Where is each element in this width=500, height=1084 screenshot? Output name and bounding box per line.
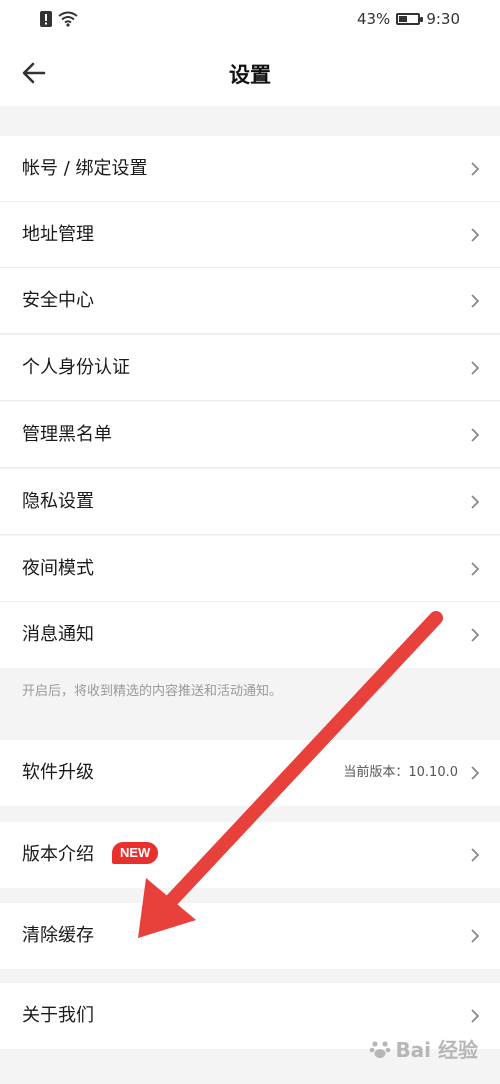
chevron-right-icon [471,361,480,375]
chevron-right-icon [471,848,480,862]
settings-item-label: 消息通知 [22,624,94,645]
settings-item-label: 软件升级 [22,762,94,783]
battery-percent: 43% [356,10,391,28]
watermark-text: Bai 经验 [395,1038,478,1062]
chevron-right-icon [471,162,480,176]
settings-item-label: 隐私设置 [22,491,94,512]
chevron-right-icon [471,294,480,308]
settings-item-night-mode[interactable]: 夜间模式 [0,536,500,602]
clock: 9:30 [426,10,460,28]
status-icons-right: 43% 9:30 [357,10,460,28]
new-badge: NEW [112,842,159,864]
chevron-right-icon [471,628,480,642]
settings-item-label: 版本介绍 [22,844,94,865]
settings-item-version-intro[interactable]: 版本介绍 NEW [0,822,500,888]
status-bar: 43% 9:30 [0,0,500,40]
battery-level [399,16,408,22]
notifications-hint: 开启后，将收到精选的内容推送和活动通知。 [22,684,283,699]
settings-item-label: 安全中心 [22,290,94,311]
wifi-icon [58,11,78,27]
settings-item-label: 帐号 / 绑定设置 [22,158,148,179]
settings-item-label: 个人身份认证 [22,357,130,378]
chevron-right-icon [471,495,480,509]
page-title: 设置 [229,63,271,87]
chevron-right-icon [471,428,480,442]
settings-item-privacy[interactable]: 隐私设置 [0,469,500,535]
chevron-right-icon [471,228,480,242]
settings-item-label: 关于我们 [22,1005,94,1026]
chevron-right-icon [471,1009,480,1023]
status-icons-left [40,11,78,27]
settings-item-label: 地址管理 [22,224,94,245]
watermark: Bai 经验 [369,1034,478,1063]
paw-logo-icon [370,1040,391,1058]
current-version: 当前版本：10.10.0 [343,765,458,780]
battery-icon [396,13,424,25]
settings-item-account[interactable]: 帐号 / 绑定设置 [0,136,500,202]
settings-item-upgrade[interactable]: 软件升级 当前版本：10.10.0 [0,740,500,806]
settings-item-label: 清除缓存 [22,925,94,946]
settings-item-notifications[interactable]: 消息通知 [0,602,500,668]
alert-icon [40,11,52,27]
settings-item-label: 夜间模式 [22,558,94,579]
chevron-right-icon [471,766,480,780]
settings-item-clear-cache[interactable]: 清除缓存 [0,903,500,969]
settings-item-address[interactable]: 地址管理 [0,202,500,268]
header: 设置 [0,40,500,106]
settings-item-identity[interactable]: 个人身份认证 [0,335,500,401]
chevron-right-icon [471,562,480,576]
chevron-right-icon [471,929,480,943]
settings-item-label: 管理黑名单 [22,424,112,445]
settings-item-blacklist[interactable]: 管理黑名单 [0,402,500,468]
settings-item-security[interactable]: 安全中心 [0,268,500,334]
